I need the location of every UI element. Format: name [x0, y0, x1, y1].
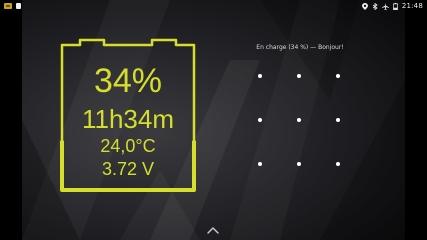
battery-temperature: 24,0°C [100, 136, 156, 156]
lock-screen: 21:48 34% 11h34m 24,0°C 3.72 V En charge… [0, 0, 427, 240]
owner-message: En charge (34 %) — Bonjour! [256, 44, 344, 51]
pattern-dot[interactable] [336, 118, 340, 122]
sd-card-icon [16, 3, 21, 9]
pattern-dot[interactable] [297, 74, 301, 78]
app-notification-icon [4, 3, 12, 9]
letterbox-left [0, 0, 22, 240]
battery-time-remaining: 11h34m [81, 104, 175, 134]
pattern-dot[interactable] [336, 162, 340, 166]
pattern-dot[interactable] [258, 74, 262, 78]
pattern-dot[interactable] [336, 74, 340, 78]
system-tray[interactable]: 21:48 [361, 2, 423, 10]
battery-voltage: 3.72 V [101, 159, 155, 179]
letterbox-right [405, 0, 427, 240]
notification-area[interactable] [4, 3, 21, 9]
airplane-mode-icon [381, 2, 389, 10]
battery-percent: 34% [93, 62, 163, 100]
pattern-dot[interactable] [297, 118, 301, 122]
battery-widget[interactable]: 34% 11h34m 24,0°C 3.72 V [58, 38, 198, 194]
bluetooth-icon [372, 2, 378, 10]
battery-icon [392, 2, 398, 10]
chevron-up-icon[interactable] [207, 226, 219, 234]
pattern-dot[interactable] [258, 162, 262, 166]
location-icon [361, 2, 368, 10]
status-bar: 21:48 [0, 0, 427, 12]
status-time: 21:48 [401, 2, 423, 10]
pattern-lock-grid[interactable] [252, 68, 348, 166]
pattern-dot[interactable] [258, 118, 262, 122]
pattern-dot[interactable] [297, 162, 301, 166]
